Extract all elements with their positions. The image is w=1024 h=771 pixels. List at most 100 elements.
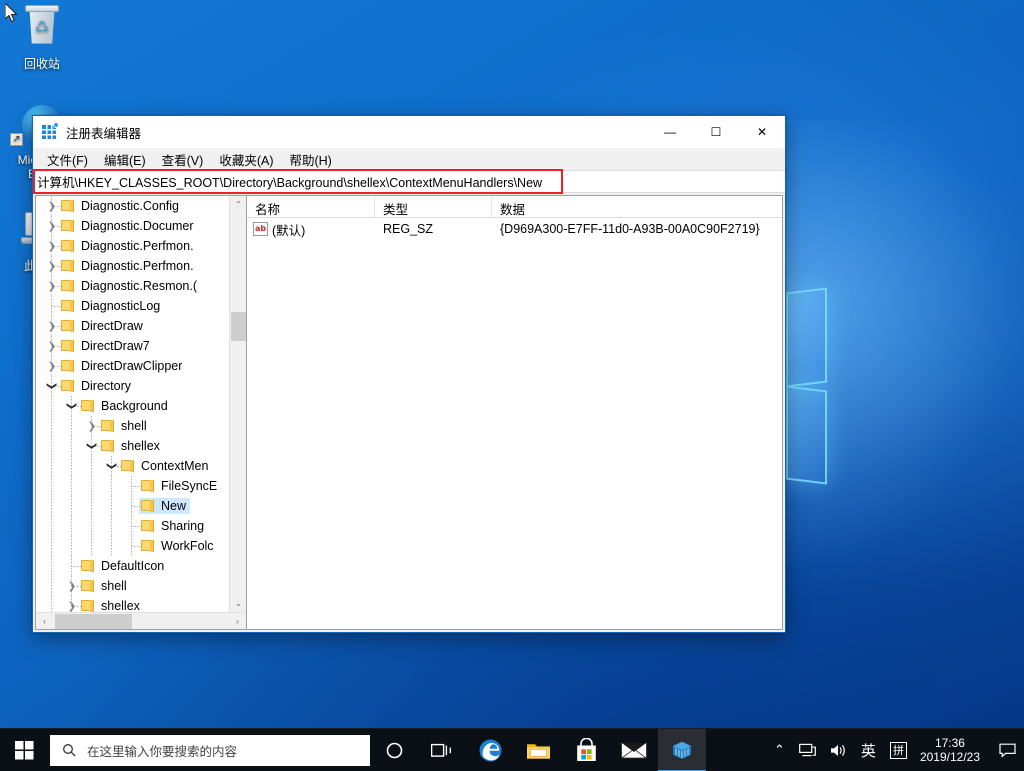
registry-editor-window[interactable]: 注册表编辑器 — ☐ ✕ 文件(F) 编辑(E) 查看(V) 收藏夹(A) 帮助… [32,115,786,633]
scrollbar-thumb[interactable] [55,614,132,629]
tree-node-content[interactable]: Diagnostic.Perfmon. [60,239,194,253]
scroll-right-button[interactable]: › [229,613,246,630]
tree-node-content[interactable]: Diagnostic.Perfmon. [60,259,194,273]
start-button[interactable] [0,729,48,771]
tree-indent [36,396,64,416]
tree-node-content[interactable]: Directory [60,379,131,393]
tree-node-shellex[interactable]: ❯shellex [36,436,229,456]
tree-node-contextmen[interactable]: ❯ContextMen [36,456,229,476]
microsoft-edge-button[interactable] [466,729,514,771]
mail-icon [621,741,647,760]
tree-node-shell[interactable]: ❯shell [36,576,229,596]
desktop[interactable]: ♺ 回收站 e ↗ Microsoft Edge 此电脑 注册表编辑器 — ☐ … [0,0,1024,728]
registry-values-pane[interactable]: 名称 类型 数据 ab(默认)REG_SZ{D969A300-E7FF-11d0… [246,195,783,630]
registry-tree-pane[interactable]: ❯Diagnostic.Config❯Diagnostic.Documer❯Di… [35,195,246,630]
tree-node-content[interactable]: DirectDrawClipper [60,359,182,373]
values-list[interactable]: ab(默认)REG_SZ{D969A300-E7FF-11d0-A93B-00A… [247,218,782,240]
file-explorer-button[interactable] [514,729,562,771]
tree-guide-line [71,596,72,612]
tree-node-shellex[interactable]: ❯shellex [36,596,229,612]
microsoft-store-button[interactable] [562,729,610,771]
folder-icon [60,379,76,393]
tree-node-content[interactable]: ContextMen [120,459,208,473]
mail-button[interactable] [610,729,658,771]
tree-node-content[interactable]: Diagnostic.Config [60,199,179,213]
registry-editor-button[interactable] [658,729,706,771]
tree-node-content[interactable]: Diagnostic.Documer [60,219,194,233]
chevron-right-icon[interactable]: ❯ [64,596,80,612]
tree-node-workfolc[interactable]: WorkFolc [36,536,229,556]
ime-language-indicator[interactable]: 英 [854,729,883,771]
menu-file[interactable]: 文件(F) [39,148,96,171]
column-header-name[interactable]: 名称 [247,196,375,217]
tree-node-content[interactable]: DefaultIcon [80,559,164,573]
menu-favorites[interactable]: 收藏夹(A) [211,148,281,171]
tree-node-content[interactable]: Sharing [140,519,204,533]
window-controls: — ☐ ✕ [647,116,785,148]
tree-node-content[interactable]: DiagnosticLog [60,299,160,313]
tree-node-content[interactable]: shell [100,419,147,433]
taskbar[interactable]: 在这里输入你要搜索的内容 [0,728,1024,771]
tree-node-content[interactable]: DirectDraw7 [60,339,150,353]
tree-node-defaulticon[interactable]: DefaultIcon [36,556,229,576]
close-button[interactable]: ✕ [739,116,785,148]
tree-node-content[interactable]: WorkFolc [140,539,214,553]
chevron-down-icon[interactable]: ❯ [62,398,82,414]
menu-edit[interactable]: 编辑(E) [96,148,154,171]
tree-node-diagnostic-perfmon-[interactable]: ❯Diagnostic.Perfmon. [36,256,229,276]
tree-node-shell[interactable]: ❯shell [36,416,229,436]
tree-node-content[interactable]: DirectDraw [60,319,143,333]
chevron-down-icon[interactable]: ❯ [82,438,102,454]
maximize-button[interactable]: ☐ [693,116,739,148]
scrollbar-thumb[interactable] [231,312,246,341]
scroll-down-button[interactable]: ⌄ [230,595,246,612]
tree-node-filesynce[interactable]: FileSyncE [36,476,229,496]
column-header-data[interactable]: 数据 [492,196,782,217]
chevron-down-icon[interactable]: ❯ [42,378,62,394]
tree-node-label: Diagnostic.Config [81,199,179,213]
minimize-button[interactable]: — [647,116,693,148]
chevron-down-icon[interactable]: ❯ [102,458,122,474]
menu-view[interactable]: 查看(V) [154,148,212,171]
tree-node-sharing[interactable]: Sharing [36,516,229,536]
task-view-button[interactable] [418,729,466,771]
tree-node-content[interactable]: FileSyncE [140,479,217,493]
tree-node-diagnostic-config[interactable]: ❯Diagnostic.Config [36,196,229,216]
show-hidden-icons-button[interactable]: ⌃ [767,729,792,771]
scroll-up-button[interactable]: ⌃ [230,196,246,213]
tree-node-content[interactable]: shell [80,579,127,593]
search-input[interactable]: 在这里输入你要搜索的内容 [50,735,370,766]
menu-help[interactable]: 帮助(H) [281,148,339,171]
tree-node-directdraw[interactable]: ❯DirectDraw [36,316,229,336]
tree-node-selected[interactable]: New [139,498,190,514]
tree-vertical-scrollbar[interactable]: ⌃ ⌄ [229,196,246,612]
folder-icon [60,299,76,313]
cortana-button[interactable] [370,729,418,771]
volume-icon[interactable] [823,729,854,771]
tree-node-directdrawclipper[interactable]: ❯DirectDrawClipper [36,356,229,376]
table-row[interactable]: ab(默认)REG_SZ{D969A300-E7FF-11d0-A93B-00A… [247,218,782,240]
tree-node-diagnostic-resmon-[interactable]: ❯Diagnostic.Resmon.( [36,276,229,296]
action-center-button[interactable] [990,729,1024,771]
tree-node-diagnostic-documer[interactable]: ❯Diagnostic.Documer [36,216,229,236]
tree-node-content[interactable]: Diagnostic.Resmon.( [60,279,197,293]
tree-node-new[interactable]: New [36,496,229,516]
scroll-left-button[interactable]: ‹ [36,613,53,630]
network-icon[interactable] [792,729,823,771]
window-titlebar[interactable]: 注册表编辑器 — ☐ ✕ [33,116,785,148]
registry-tree[interactable]: ❯Diagnostic.Config❯Diagnostic.Documer❯Di… [36,196,246,612]
tree-node-background[interactable]: ❯Background [36,396,229,416]
tree-node-diagnostic-perfmon-[interactable]: ❯Diagnostic.Perfmon. [36,236,229,256]
clock[interactable]: 17:36 2019/12/23 [914,736,990,764]
tree-node-content[interactable]: Background [80,399,168,413]
tree-node-directdraw7[interactable]: ❯DirectDraw7 [36,336,229,356]
tree-node-diagnosticlog[interactable]: DiagnosticLog [36,296,229,316]
tree-node-content[interactable]: shellex [80,599,140,612]
column-header-type[interactable]: 类型 [375,196,492,217]
tree-horizontal-scrollbar[interactable]: ‹ › [36,612,246,629]
tree-node-directory[interactable]: ❯Directory [36,376,229,396]
ime-mode-indicator[interactable]: 拼 [883,729,914,771]
registry-path-input[interactable]: 计算机\HKEY_CLASSES_ROOT\Directory\Backgrou… [33,170,785,193]
tree-node-content[interactable]: shellex [100,439,160,453]
folder-icon [526,740,551,761]
